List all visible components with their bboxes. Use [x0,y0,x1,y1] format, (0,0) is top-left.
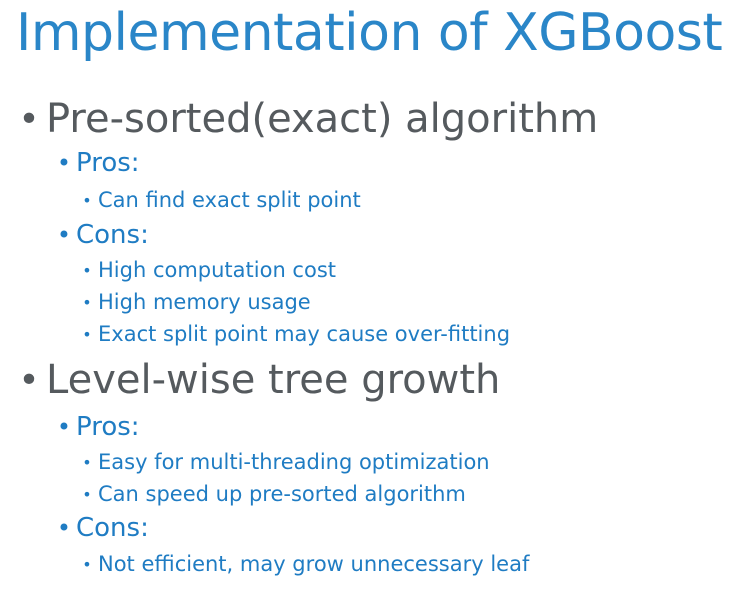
bullet-level2: • Cons: [52,512,149,544]
bullet-dot-icon: • [56,221,72,249]
bullet-level1: • Pre-sorted(exact) algorithm [12,95,598,143]
bullet-level3: • Not efficient, may grow unnecessary le… [76,550,529,578]
list-item: Can find exact split point [98,188,361,212]
list-item: Can speed up pre-sorted algorithm [98,482,466,506]
list-item: Exact split point may cause over-fitting [98,322,511,346]
bullet-level3: • Exact split point may cause over-fitti… [76,320,510,348]
bullet-dot-icon: • [82,554,92,574]
bullet-level2: • Pros: [52,411,140,443]
group-label: Cons: [76,513,149,543]
bullet-dot-icon: • [82,260,92,280]
bullet-dot-icon: • [82,484,92,504]
bullet-dot-icon: • [56,413,72,441]
bullet-dot-icon: • [18,98,40,140]
bullet-level3: • High memory usage [76,288,311,316]
section-heading: Pre-sorted(exact) algorithm [46,96,599,142]
bullet-level3: • Can find exact split point [76,186,361,214]
bullet-dot-icon: • [82,190,92,210]
slide: Implementation of XGBoost • Pre-sorted(e… [0,0,738,597]
bullet-dot-icon: • [56,149,72,177]
bullet-dot-icon: • [82,452,92,472]
bullet-dot-icon: • [56,514,72,542]
bullet-level2: • Cons: [52,219,149,251]
section-heading: Level-wise tree growth [46,357,501,403]
slide-title: Implementation of XGBoost [16,3,723,63]
list-item: High computation cost [98,258,337,282]
bullet-level2: • Pros: [52,147,140,179]
bullet-level3: • Easy for multi-threading optimization [76,448,490,476]
bullet-dot-icon: • [82,292,92,312]
group-label: Pros: [76,412,140,442]
list-item: High memory usage [98,290,311,314]
bullet-dot-icon: • [82,324,92,344]
group-label: Cons: [76,220,149,250]
list-item: Not efficient, may grow unnecessary leaf [98,552,530,576]
bullet-level3: • High computation cost [76,256,336,284]
bullet-level3: • Can speed up pre-sorted algorithm [76,480,466,508]
list-item: Easy for multi-threading optimization [98,450,490,474]
group-label: Pros: [76,148,140,178]
bullet-level1: • Level-wise tree growth [12,356,500,404]
bullet-dot-icon: • [18,359,40,401]
